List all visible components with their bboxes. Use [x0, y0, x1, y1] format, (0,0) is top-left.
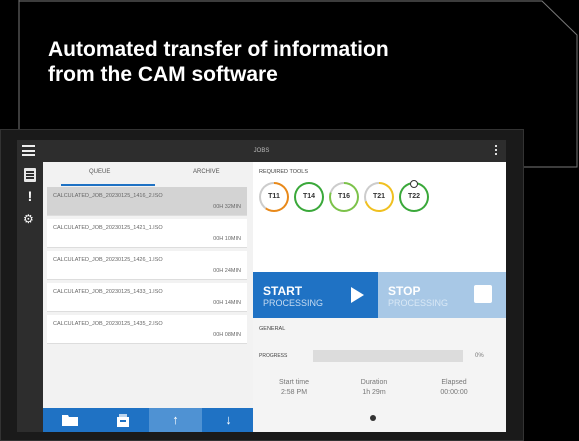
job-name: CALCULATED_JOB_20230125_1435_2.ISO — [53, 321, 163, 327]
job-name: CALCULATED_JOB_20230125_1421_1.ISO — [53, 225, 163, 231]
hamburger-menu-icon[interactable] — [22, 145, 35, 156]
job-duration: 00H 08MIN — [213, 332, 241, 338]
app-screen: JOBS ! ⚙ QUEUE ARCHIVE CALCULATED_JOB_20… — [17, 140, 506, 432]
job-name: CALCULATED_JOB_20230125_1416_2.ISO — [53, 193, 163, 199]
job-queue-panel: QUEUE ARCHIVE CALCULATED_JOB_20230125_14… — [43, 162, 255, 432]
required-tools-section: REQUIRED TOOLS T11 T14 T16 T21 T22 — [253, 162, 506, 272]
folder-icon — [61, 415, 78, 426]
stat-duration: Duration 1h 29m — [339, 378, 409, 398]
tool-status-dot — [410, 180, 418, 188]
job-name: CALCULATED_JOB_20230125_1433_1.ISO — [53, 289, 163, 295]
tool-label: T11 — [261, 184, 287, 210]
arrow-down-icon: ↓ — [225, 412, 232, 427]
move-up-button[interactable]: ↑ — [149, 408, 202, 432]
progress-percent: 0% — [475, 353, 484, 359]
move-down-button[interactable]: ↓ — [202, 408, 255, 432]
queue-toolbar: ↑ ↓ — [43, 408, 255, 432]
tool-label: T21 — [366, 184, 392, 210]
arrow-up-icon: ↑ — [172, 412, 179, 427]
job-duration: 00H 10MIN — [213, 236, 241, 242]
job-row[interactable]: CALCULATED_JOB_20230125_1416_2.ISO 00H 3… — [47, 187, 247, 216]
headline-line-1: Automated transfer of information — [48, 38, 389, 61]
title-bar: JOBS — [17, 140, 506, 162]
progress-bar — [313, 350, 463, 362]
stat-elapsed: Elapsed 00:00:00 — [419, 378, 489, 398]
tool-badge[interactable]: T11 — [259, 182, 289, 212]
headline-line-2: from the CAM software — [48, 63, 278, 86]
document-list-icon[interactable] — [24, 168, 36, 182]
stat-value: 2:58 PM — [280, 389, 308, 396]
tablet-device: JOBS ! ⚙ QUEUE ARCHIVE CALCULATED_JOB_20… — [0, 129, 524, 441]
app-title: JOBS — [253, 148, 270, 154]
tray-icon — [116, 414, 129, 427]
load-job-button[interactable] — [96, 408, 149, 432]
general-section: GENERAL PROGRESS 0% Start time 2:58 PM D… — [253, 318, 506, 432]
play-icon — [351, 287, 364, 303]
start-processing-button[interactable]: START PROCESSING — [253, 272, 378, 318]
job-duration: 00H 14MIN — [213, 300, 241, 306]
progress-label: PROGRESS — [259, 353, 288, 359]
stop-square-icon — [474, 285, 492, 303]
stat-label: Duration — [360, 379, 388, 386]
job-row[interactable]: CALCULATED_JOB_20230125_1433_1.ISO 00H 1… — [47, 283, 247, 312]
start-title: START — [263, 284, 303, 298]
tool-label: T14 — [296, 184, 322, 210]
job-row[interactable]: CALCULATED_JOB_20230125_1426_1.ISO 00H 2… — [47, 251, 247, 280]
job-detail-panel: REQUIRED TOOLS T11 T14 T16 T21 T22 START… — [253, 162, 506, 432]
stop-title: STOP — [388, 284, 421, 298]
tool-badge[interactable]: T16 — [329, 182, 359, 212]
headline: Automated transfer of information from t… — [48, 37, 528, 87]
stop-subtitle: PROCESSING — [388, 298, 449, 308]
queue-tabs: QUEUE ARCHIVE — [43, 162, 253, 186]
start-subtitle: PROCESSING — [263, 298, 324, 308]
tool-badge[interactable]: T14 — [294, 182, 324, 212]
stat-value: 00:00:00 — [440, 389, 468, 396]
tool-badge[interactable]: T22 — [399, 180, 429, 212]
job-name: CALCULATED_JOB_20230125_1426_1.ISO — [53, 257, 163, 263]
required-tools-label: REQUIRED TOOLS — [259, 169, 309, 175]
job-duration: 00H 32MIN — [213, 204, 241, 210]
stat-label: Start time — [279, 379, 309, 386]
stop-processing-button[interactable]: STOP PROCESSING — [378, 272, 506, 318]
gears-icon[interactable]: ⚙ — [23, 212, 34, 226]
active-tab-indicator — [61, 184, 155, 186]
job-row[interactable]: CALCULATED_JOB_20230125_1421_1.ISO 00H 1… — [47, 219, 247, 248]
stat-label: Elapsed — [441, 379, 467, 386]
tool-badge[interactable]: T21 — [364, 182, 394, 212]
page-indicator-dot[interactable] — [370, 415, 376, 421]
open-folder-button[interactable] — [43, 408, 96, 432]
general-label: GENERAL — [259, 326, 286, 332]
job-duration: 00H 24MIN — [213, 268, 241, 274]
stat-start-time: Start time 2:58 PM — [259, 378, 329, 398]
side-navigation: ! ⚙ — [17, 162, 43, 432]
stat-value: 1h 29m — [362, 389, 386, 396]
vertical-dots-icon[interactable] — [495, 145, 498, 156]
tab-archive[interactable]: ARCHIVE — [193, 169, 220, 175]
tool-label: T16 — [331, 184, 357, 210]
exclamation-icon[interactable]: ! — [26, 188, 34, 204]
tab-queue[interactable]: QUEUE — [89, 169, 110, 175]
job-row[interactable]: CALCULATED_JOB_20230125_1435_2.ISO 00H 0… — [47, 315, 247, 344]
